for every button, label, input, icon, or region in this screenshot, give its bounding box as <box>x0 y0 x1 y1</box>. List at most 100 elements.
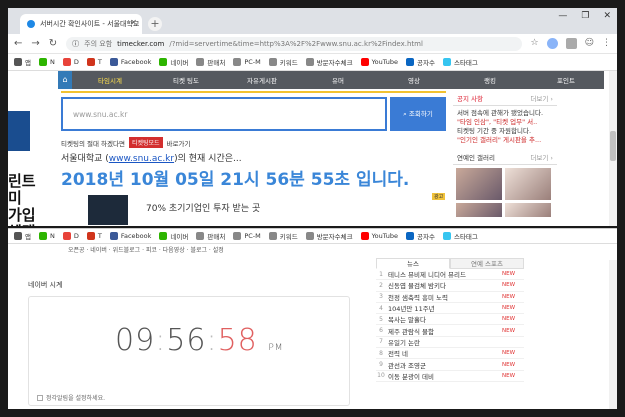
bookmark-item[interactable]: 판매처 <box>196 57 225 67</box>
maximize-icon[interactable]: ❐ <box>581 11 589 21</box>
lookup-button[interactable]: ⌕ 조회하기 <box>390 97 446 131</box>
doc-icon <box>196 232 205 240</box>
alarm-checkbox[interactable] <box>37 394 43 401</box>
promo-image[interactable] <box>88 195 128 225</box>
address-bar[interactable]: ⓘ 주의 요함 timecker.com /?mid=servertime&tim… <box>66 36 522 51</box>
bookmark-item[interactable]: Facebook <box>109 232 151 240</box>
bookmark-item[interactable]: 스타태그 <box>442 57 478 67</box>
promo-text[interactable]: 70% 초기기업인 투자 받는 곳 <box>146 201 260 214</box>
scrollbar[interactable] <box>609 71 617 226</box>
list-item[interactable]: 2 신동엽 뮬검체 밤키다 NEW <box>376 280 524 292</box>
close-window-icon[interactable]: ✕ <box>603 11 611 21</box>
reload-icon[interactable]: ↻ <box>49 38 57 49</box>
list-item[interactable]: 7 유일기 논란 <box>376 337 524 349</box>
doc-icon <box>233 232 242 240</box>
bookmark-item[interactable]: D <box>62 58 79 66</box>
ticketing-mode-badge[interactable]: 티켓팅모드 <box>128 137 163 148</box>
rank-number: 6 <box>379 327 383 335</box>
clock-minutes: 56 <box>166 323 207 358</box>
bookmark-item[interactable]: 네이버 <box>159 231 188 241</box>
gallery-thumb[interactable] <box>505 203 551 217</box>
tab-entertainment[interactable]: 연예 스포츠 <box>450 258 524 269</box>
star-icon[interactable]: ☆ <box>531 38 539 49</box>
bookmark-item[interactable]: PC-M <box>233 58 261 66</box>
bookmark-item[interactable]: YouTube <box>360 58 398 66</box>
bookmark-item[interactable]: 방문자수체크 <box>305 57 353 67</box>
forward-icon[interactable]: → <box>31 38 39 49</box>
menu-item-2[interactable]: 자유게시판 <box>224 75 300 85</box>
shortcut-link[interactable]: 바로가기 <box>167 138 191 148</box>
notice-item[interactable]: 서버 점속에 관해가 됐었습니다. <box>457 109 553 118</box>
alarm-setting[interactable]: 정각알림을 설정하세요. <box>37 393 105 402</box>
left-ad-banner[interactable]: 린트미가입혜택 <box>8 111 46 226</box>
doc-icon <box>233 58 242 66</box>
trending-rank-panel: 뉴스 연예 스포츠 1 테니스 뮤비제 니디어 뮤리드 NEW 2 신동엽 뮬검체 밤키… <box>376 258 524 382</box>
menu-kebab-icon[interactable]: ⋮ <box>602 38 611 49</box>
bookmark-item[interactable]: N <box>38 58 55 66</box>
bookmark-item[interactable]: 스타태그 <box>442 231 478 241</box>
profile-icon[interactable]: ☺ <box>585 38 594 49</box>
bookmark-item[interactable]: 네이버 <box>159 57 188 67</box>
notice-item[interactable]: "타임 인삼", "티켓 업무" 서.. <box>457 118 553 127</box>
list-item[interactable]: 5 복사는 말흘다 NEW <box>376 314 524 326</box>
back-icon[interactable]: ← <box>14 38 22 49</box>
site-link[interactable]: www.snu.ac.kr <box>109 154 174 164</box>
info-icon[interactable]: ⓘ <box>72 39 79 49</box>
close-tab-icon[interactable]: ✕ <box>130 18 137 27</box>
scrollbar[interactable] <box>609 260 617 409</box>
bookmark-label: 판매처 <box>207 59 226 67</box>
bookmark-item[interactable]: 공자수 <box>406 57 435 67</box>
list-item[interactable]: 6 제주 관람식 물함 NEW <box>376 325 524 337</box>
list-item[interactable]: 9 관선과 조영군 NEW <box>376 359 524 371</box>
notice-item[interactable]: 티켓팅 기간 중 자원합니다. <box>457 127 553 136</box>
menu-item-0[interactable]: 타임시계 <box>72 75 148 85</box>
bookmark-item[interactable]: Facebook <box>109 58 151 66</box>
bookmark-item[interactable]: T <box>86 58 102 66</box>
tab-strip: 서버시간 확인사이트 - 서울대학교 ✕ + — ❐ ✕ <box>8 8 617 34</box>
sub-navigation[interactable]: 오픈공 · 네이버 · 위드블로그 · 피코 · 다음영상 · 블로그 · 설정 <box>8 244 617 254</box>
new-tab-button[interactable]: + <box>148 17 162 31</box>
notice-list: 서버 점속에 관해가 됐었습니다. "타임 인삼", "티켓 업무" 서.. 티… <box>453 106 557 148</box>
youtube-icon <box>360 232 369 240</box>
list-item[interactable]: 10 이동 분광이 데비 NEW <box>376 371 524 382</box>
menu-item-4[interactable]: 영상 <box>376 75 452 85</box>
list-item[interactable]: 1 테니스 뮤비제 니디어 뮤리드 NEW <box>376 269 524 281</box>
gallery-thumb[interactable] <box>505 168 551 200</box>
menu-item-5[interactable]: 랭킹 <box>452 75 528 85</box>
bookmark-item[interactable]: 앱 <box>14 231 31 241</box>
list-item[interactable]: 4 104년만 11주년 NEW <box>376 303 524 315</box>
clock-hours: 09 <box>115 323 156 358</box>
bookmark-item[interactable]: PC-M <box>233 232 261 240</box>
menu-item-6[interactable]: 포인트 <box>528 75 604 85</box>
bookmark-item[interactable]: 방문자수체크 <box>305 231 353 241</box>
bookmark-item[interactable]: 키워드 <box>268 231 298 241</box>
url-search-input[interactable]: www.snu.ac.kr <box>61 97 387 131</box>
notice-more-link[interactable]: 더보기 › <box>530 93 553 103</box>
bookmark-label: 공자수 <box>417 59 435 67</box>
extension2-icon[interactable] <box>565 38 577 49</box>
browser-tab[interactable]: 서버시간 확인사이트 - 서울대학교 ✕ <box>20 14 142 34</box>
extension-icon[interactable] <box>546 38 558 49</box>
menu-item-3[interactable]: 유머 <box>300 75 376 85</box>
bookmark-item[interactable]: N <box>38 232 55 240</box>
gallery-more-link[interactable]: 더보기 › <box>530 152 553 162</box>
bookmark-item[interactable]: D <box>62 232 79 240</box>
bookmark-item[interactable]: YouTube <box>360 232 398 240</box>
minimize-icon[interactable]: — <box>558 11 567 21</box>
bookmark-item[interactable]: 판매처 <box>196 231 225 241</box>
url-domain: timecker.com <box>117 39 165 48</box>
list-item[interactable]: 3 천정 샘축력 흥미 노력 NEW <box>376 292 524 303</box>
menu-item-1[interactable]: 티켓 팅도 <box>148 75 224 85</box>
gallery-thumb[interactable] <box>456 203 502 217</box>
list-item[interactable]: 8 전력 네 NEW <box>376 348 524 360</box>
bookmark-item[interactable]: 공자수 <box>406 231 435 241</box>
browser-window-bottom: 앱 N D T Facebook 네이버 판매처 PC-M 키워드 방문자수체크 YouTube 공자… <box>8 228 617 409</box>
notice-item[interactable]: "인기인 갤러리" 게시판을 추... <box>457 136 553 145</box>
tab-news[interactable]: 뉴스 <box>376 258 450 269</box>
gallery-thumb[interactable] <box>456 168 502 200</box>
home-icon[interactable]: ⌂ <box>58 71 72 89</box>
bookmark-item[interactable]: 키워드 <box>268 57 298 67</box>
bookmark-label: 앱 <box>25 233 31 241</box>
bookmark-item[interactable]: T <box>86 232 102 240</box>
bookmark-item[interactable]: 앱 <box>14 57 31 67</box>
